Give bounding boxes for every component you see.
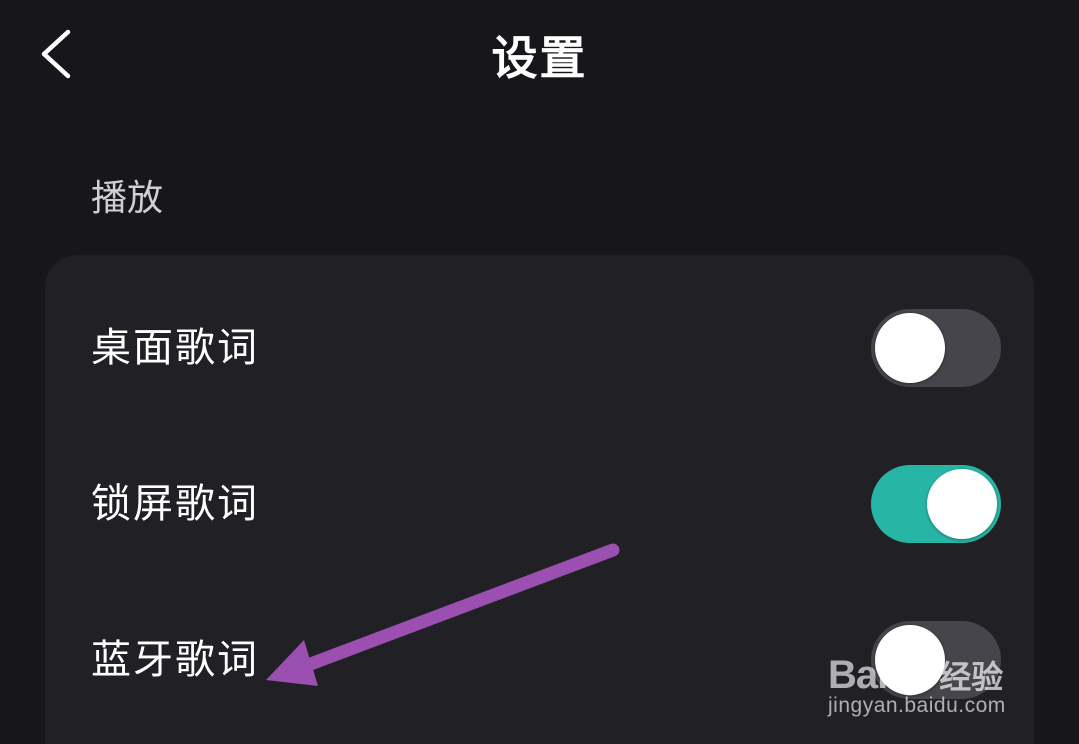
setting-label: 蓝牙歌词 [91, 637, 259, 683]
page-title: 设置 [491, 31, 588, 85]
toggle-knob [875, 313, 945, 383]
watermark-brand-left: Bai [828, 652, 888, 697]
lockscreen-lyrics-toggle[interactable] [871, 465, 1001, 543]
watermark-brand-right: 经验 [939, 658, 1004, 696]
baidu-jingyan-watermark: Bai 经验 jingyan.baidu.com [828, 648, 1028, 728]
setting-label: 锁屏歌词 [91, 481, 259, 527]
toggle-knob [927, 469, 997, 539]
watermark-url: jingyan.baidu.com [828, 694, 1006, 717]
section-title: 播放 [91, 178, 164, 219]
setting-row-lockscreen-lyrics[interactable]: 锁屏歌词 [45, 426, 1034, 582]
setting-row-desktop-lyrics[interactable]: 桌面歌词 [45, 270, 1034, 426]
setting-label: 桌面歌词 [91, 325, 259, 371]
baidu-paw-icon [889, 654, 931, 696]
settings-screen: 设置 播放 桌面歌词 锁屏歌词 蓝牙歌词 Bai 经验 jingyan.baid… [0, 0, 1079, 744]
desktop-lyrics-toggle[interactable] [871, 309, 1001, 387]
